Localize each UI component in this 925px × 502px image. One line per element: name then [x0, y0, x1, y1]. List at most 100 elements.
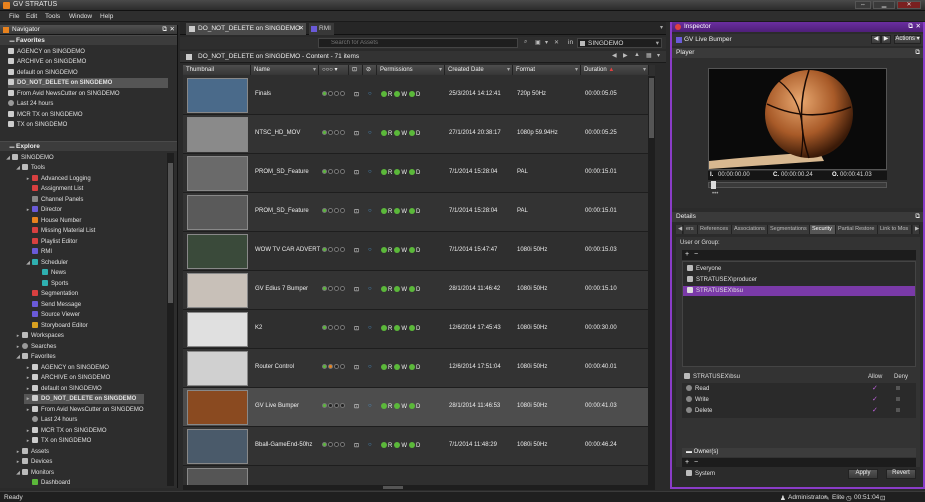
favorite-item[interactable]: TX on SINGDEMO	[8, 120, 67, 130]
tree-node[interactable]: Sports	[42, 279, 68, 289]
tree-node[interactable]: ▸ default on SINGDEMO	[24, 384, 102, 394]
tree-node[interactable]: ◢ Monitors	[14, 468, 54, 478]
tree-node[interactable]: ◢ Favorites	[14, 352, 56, 362]
undock-icon[interactable]: ⧉	[162, 25, 167, 34]
segment-icon[interactable]: ⊡	[354, 442, 359, 449]
column-header-format[interactable]: Format ▾	[513, 65, 581, 75]
tree-node[interactable]: ▸ Assets	[14, 447, 49, 457]
table-hscrollbar[interactable]	[183, 485, 655, 490]
deny-delete-checkbox[interactable]	[896, 408, 900, 412]
asset-thumbnail[interactable]	[187, 468, 248, 485]
lock-status-icon[interactable]: ○	[368, 169, 372, 175]
tab-segmentations[interactable]: Segmentations	[768, 225, 810, 234]
tree-node[interactable]: House Number	[32, 216, 81, 226]
asset-thumbnail[interactable]	[187, 156, 248, 191]
tab-rmi[interactable]: RMI	[309, 23, 334, 35]
tab-ers[interactable]: ers	[684, 225, 698, 234]
column-header-segment[interactable]: ⊡	[349, 65, 363, 75]
tree-node[interactable]: ◢ Tools	[14, 163, 45, 173]
table-row[interactable]: WOW TV CAR ADVERT 7/1/2014 15:47:47 1080i …	[183, 232, 655, 271]
column-header-permissions[interactable]: Permissions ▾	[377, 65, 445, 75]
out-timecode[interactable]: 00:00:41.03	[840, 171, 872, 180]
favorite-item-selected[interactable]: DO_NOT_DELETE on SINGDEMO	[8, 78, 168, 88]
tab-do-not-delete[interactable]: DO_NOT_DELETE on SINGDEMO ✕	[186, 23, 306, 35]
video-frame[interactable]	[708, 68, 887, 170]
tree-node[interactable]: ▸ Searches	[14, 342, 56, 352]
remove-user-button[interactable]: −	[694, 250, 698, 260]
asset-thumbnail[interactable]	[187, 429, 248, 464]
tree-node[interactable]: ▸ Workspaces	[14, 331, 64, 341]
scrollbar-thumb[interactable]	[168, 163, 173, 303]
menu-edit[interactable]: Edit	[26, 13, 37, 20]
segment-icon[interactable]: ⊡	[354, 403, 359, 410]
player-more-icon[interactable]: •••	[712, 191, 718, 197]
favorite-item[interactable]: Last 24 hours	[8, 99, 53, 109]
lock-icon[interactable]: ⊡	[880, 494, 885, 502]
asset-thumbnail[interactable]	[187, 78, 248, 113]
asset-thumbnail[interactable]	[187, 390, 248, 425]
owner-item[interactable]: System	[686, 469, 715, 479]
lock-status-icon[interactable]: ○	[368, 208, 372, 214]
revert-button[interactable]: Revert	[886, 469, 916, 479]
tree-node[interactable]: ▸ MCR TX on SINGDEMO	[24, 426, 107, 436]
asset-thumbnail[interactable]	[187, 234, 248, 269]
column-filter-icon[interactable]: ▾	[643, 65, 646, 75]
deny-read-checkbox[interactable]	[896, 386, 900, 390]
minimize-button[interactable]: ▁	[873, 1, 895, 9]
table-row[interactable]: Finals 25/3/2014 14:12:41 720p 50Hz 00:00:0…	[183, 76, 655, 115]
add-user-button[interactable]: +	[685, 250, 689, 260]
user-item-selected[interactable]: STRATUSEX\bsu	[683, 286, 915, 296]
search-input[interactable]	[318, 38, 518, 48]
user-item[interactable]: STRATUSEX\producer	[687, 275, 757, 285]
tree-node[interactable]: Assignment List	[32, 184, 83, 194]
segment-icon[interactable]: ⊡	[354, 169, 359, 176]
tree-node-selected[interactable]: ▸ DO_NOT_DELETE on SINGDEMO	[24, 394, 144, 404]
lock-status-icon[interactable]: ○	[368, 364, 372, 370]
lock-status-icon[interactable]: ○	[368, 286, 372, 292]
menu-window[interactable]: Window	[69, 13, 92, 20]
apply-button[interactable]: Apply	[848, 469, 878, 479]
tab-references[interactable]: References	[698, 225, 732, 234]
lock-status-icon[interactable]: ○	[368, 91, 372, 97]
table-scrollbar[interactable]	[648, 76, 655, 485]
close-window-button[interactable]: ✕	[897, 1, 921, 9]
asset-thumbnail[interactable]	[187, 195, 248, 230]
tree-node[interactable]: ▸ Director	[24, 205, 62, 215]
table-row[interactable]: GV Edius 7 Bumper 28/1/2014 11:46:42 1080i…	[183, 271, 655, 310]
tab-scroll-right-icon[interactable]: ▶	[913, 225, 920, 234]
tab-scroll-left-icon[interactable]: ◀	[676, 225, 683, 234]
table-row[interactable]: GV Live Bumper 28/1/2014 11:46:53 1080i 50…	[183, 388, 655, 427]
table-row[interactable]: Bball-GameEnd-50hz 7/1/2014 11:48:29 1080i…	[183, 427, 655, 466]
tree-node[interactable]: ▸ TX on SINGDEMO	[24, 436, 91, 446]
table-row[interactable]: PROM_SD_Feature 7/1/2014 15:28:04 PAL 00:00…	[183, 154, 655, 193]
tree-node[interactable]: Channel Panels	[32, 195, 83, 205]
favorite-item[interactable]: MCR TX on SINGDEMO	[8, 110, 83, 120]
menu-tools[interactable]: Tools	[45, 13, 60, 20]
in-timecode[interactable]: 00:00:00.00	[718, 171, 750, 180]
remove-owner-button[interactable]: −	[694, 458, 698, 467]
hscrollbar-thumb[interactable]	[383, 486, 403, 489]
clear-icon[interactable]: ✕	[554, 39, 559, 46]
column-header-name[interactable]: Name ▾	[251, 65, 319, 75]
segment-icon[interactable]: ⊡	[354, 286, 359, 293]
filter-chevron-icon[interactable]: ▾	[545, 39, 548, 46]
actions-button[interactable]: Actions ▾	[894, 35, 921, 44]
table-row[interactable]: K2 12/6/2014 17:45:43 1080i 50Hz 00:00:30.0…	[183, 310, 655, 349]
tab-security[interactable]: Security	[810, 225, 836, 234]
undock-icon[interactable]: ⧉	[908, 22, 913, 32]
tree-node[interactable]: Send Message	[32, 300, 81, 310]
tree-node[interactable]: Dashboard	[32, 478, 70, 488]
lock-status-icon[interactable]: ○	[368, 325, 372, 331]
asset-thumbnail[interactable]	[187, 117, 248, 152]
tree-node[interactable]: Source Viewer	[32, 310, 80, 320]
view-menu-chevron-icon[interactable]: ▾	[657, 52, 660, 59]
tree-node[interactable]: ▸ Advanced Logging	[24, 174, 91, 184]
tree-node[interactable]: ◢ SINGDEMO	[4, 153, 54, 163]
favorite-item[interactable]: ARCHIVE on SINGDEMO	[8, 57, 86, 67]
tree-node[interactable]: Missing Material List	[32, 226, 95, 236]
view-mode-icon[interactable]: ▦	[646, 52, 652, 59]
close-icon[interactable]: ✕	[916, 22, 921, 32]
tree-node[interactable]: ▸ From Avid NewsCutter on SINGDEMO	[24, 405, 144, 415]
current-timecode[interactable]: 00:00:00.24	[781, 171, 813, 180]
lock-status-icon[interactable]: ○	[368, 130, 372, 136]
